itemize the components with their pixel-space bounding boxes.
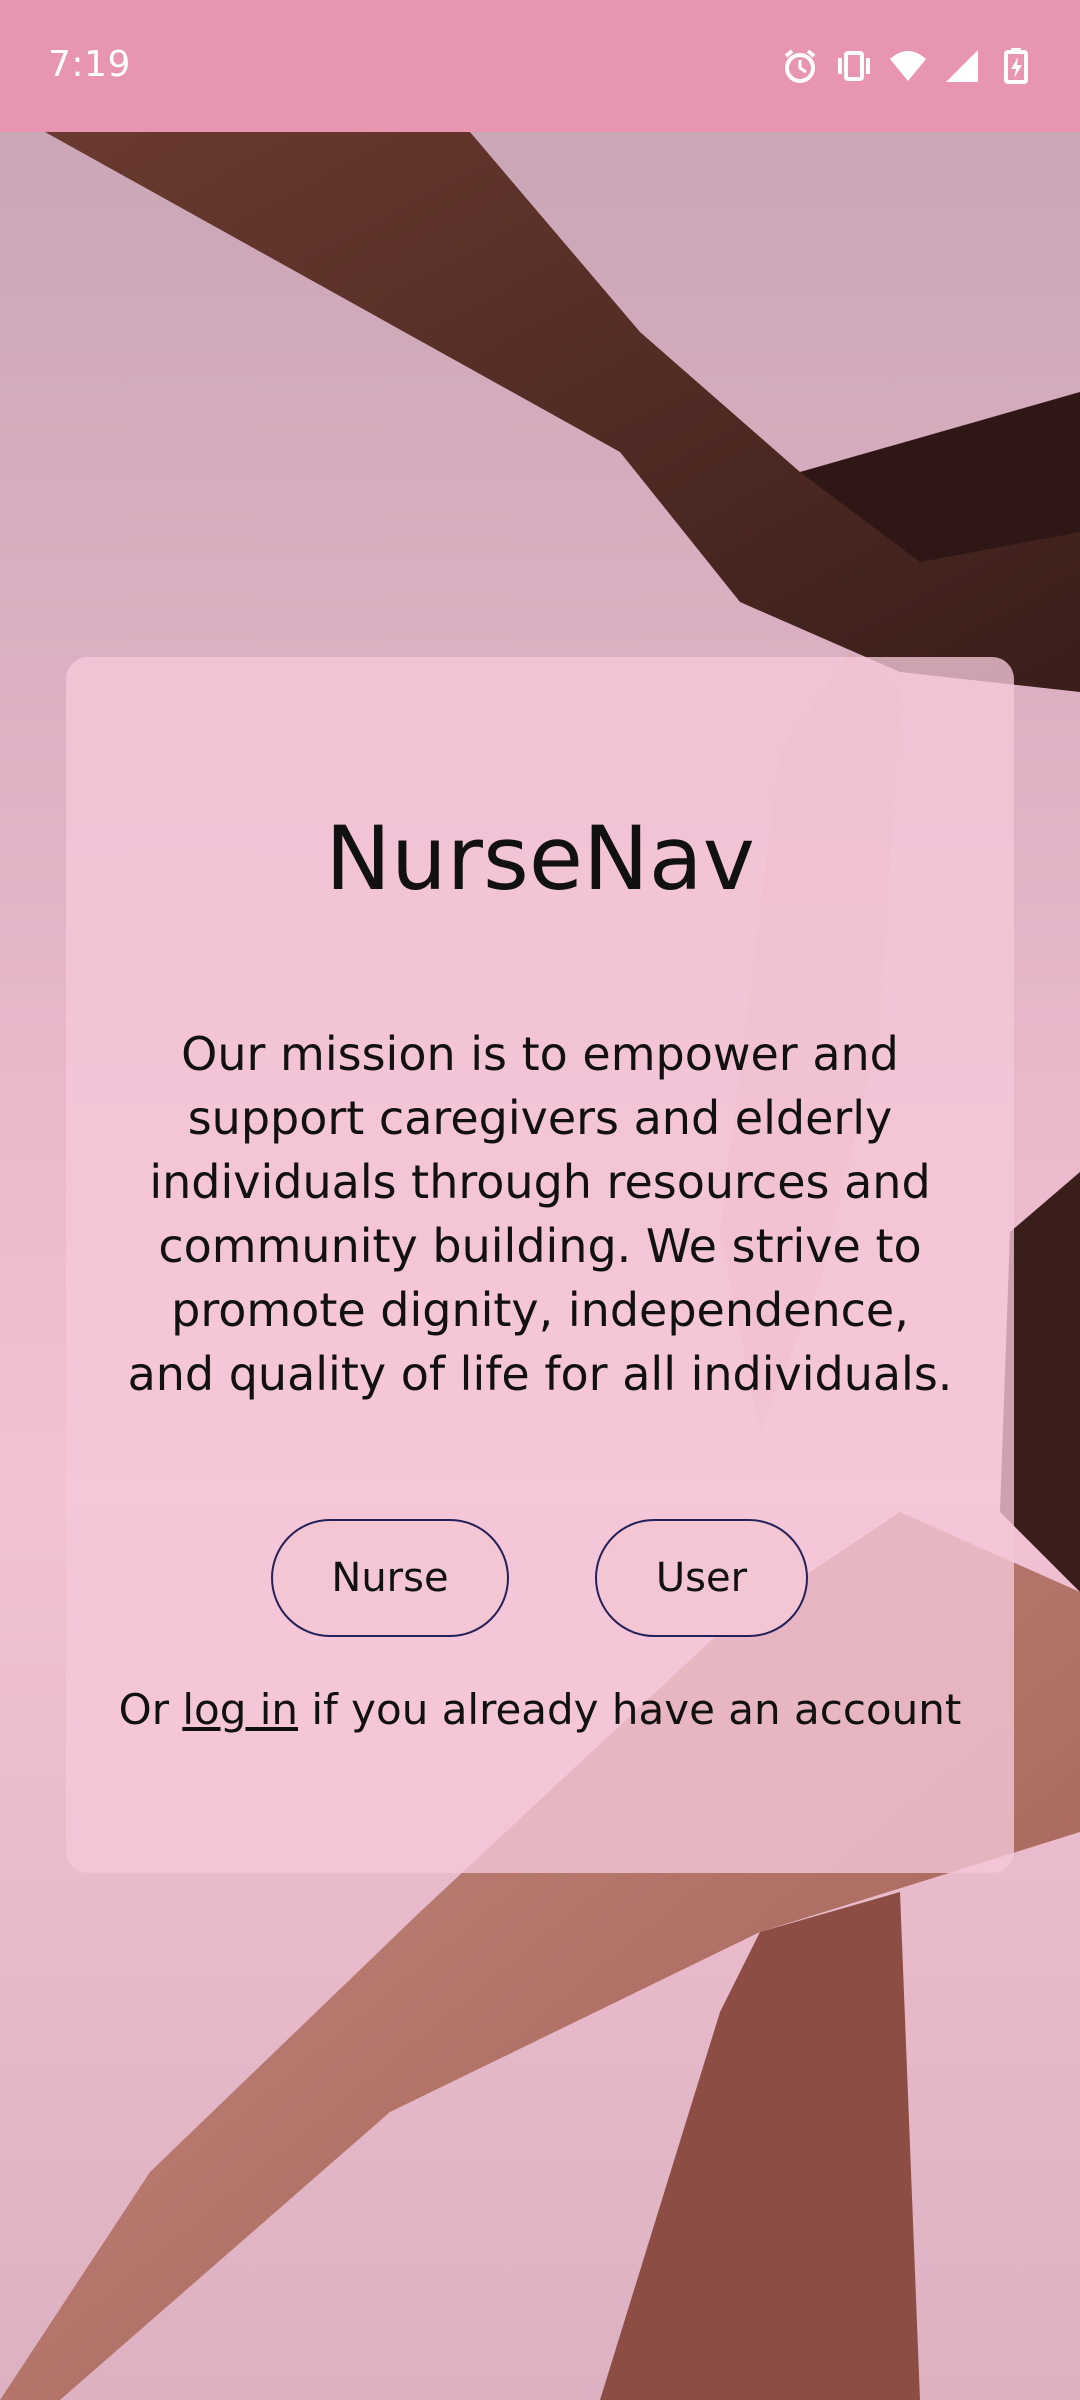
login-link[interactable]: log in (182, 1685, 298, 1734)
signal-icon (942, 46, 982, 86)
mission-statement: Our mission is to empower and support ca… (127, 1027, 953, 1401)
login-prompt: Or log in if you already have an account (66, 1685, 1014, 1734)
alarm-icon (780, 46, 820, 86)
app-title: NurseNav (325, 807, 755, 910)
status-bar: 7:19 (0, 0, 1080, 132)
status-time: 7:19 (48, 44, 131, 85)
vibrate-icon (834, 46, 874, 86)
login-suffix: if you already have an account (298, 1685, 962, 1734)
battery-charging-icon (996, 46, 1036, 86)
status-icons (780, 46, 1036, 86)
nurse-button[interactable]: Nurse (271, 1519, 509, 1637)
user-button[interactable]: User (595, 1519, 808, 1637)
login-prefix: Or (118, 1685, 183, 1734)
welcome-card: NurseNav Our mission is to empower and s… (66, 657, 1014, 1873)
wifi-icon (888, 46, 928, 86)
